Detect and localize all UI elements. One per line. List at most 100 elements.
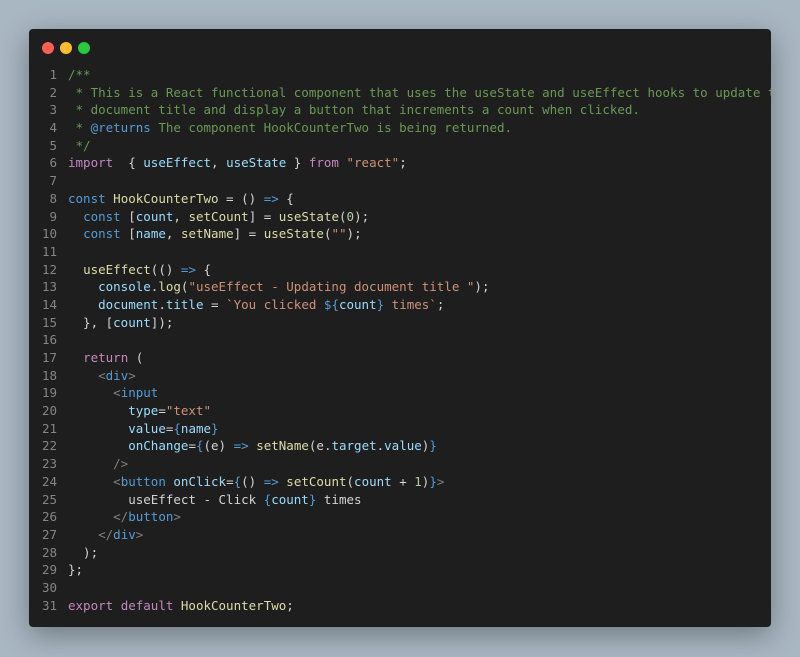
line-number: 11 bbox=[41, 243, 57, 259]
code-token: console bbox=[98, 279, 151, 295]
code-line: 18 <div> bbox=[29, 367, 771, 385]
line-number: 28 bbox=[41, 544, 57, 560]
code-line: 22 onChange={(e) => setName(e.target.val… bbox=[29, 437, 771, 455]
code-token: count bbox=[338, 296, 377, 312]
code-token: times` bbox=[384, 296, 437, 312]
code-token: useEffect bbox=[83, 261, 151, 277]
code-line: 21 value={name} bbox=[29, 420, 771, 438]
code-token: const bbox=[83, 226, 121, 242]
code-token: "useEffect - Updating document title " bbox=[188, 279, 475, 295]
code-token: + bbox=[391, 473, 415, 489]
code-token: useState bbox=[226, 155, 287, 171]
code-token: target bbox=[331, 438, 377, 454]
code-token: { bbox=[113, 155, 144, 171]
code-text: <div> bbox=[68, 367, 136, 385]
close-dot-icon[interactable] bbox=[42, 42, 54, 54]
code-token: The component HookCounterTwo is being re… bbox=[150, 120, 513, 136]
code-token: } bbox=[429, 438, 437, 454]
code-editor[interactable]: 1 /** 2 * This is a React functional compo… bbox=[29, 66, 771, 614]
minimize-dot-icon[interactable] bbox=[60, 42, 72, 54]
code-token: * document title and display a button th… bbox=[68, 102, 640, 118]
code-line: 13 console.log("useEffect - Updating doc… bbox=[29, 278, 771, 296]
code-token: return bbox=[83, 350, 129, 365]
code-line: 16 bbox=[29, 331, 771, 349]
code-token: times bbox=[316, 491, 362, 507]
code-text: type="text" bbox=[68, 402, 211, 420]
code-token: HookCounterTwo bbox=[180, 597, 287, 613]
code-token: export bbox=[68, 597, 114, 613]
line-number: 22 bbox=[41, 438, 57, 454]
code-token: ${ bbox=[323, 296, 339, 312]
code-token: ] = bbox=[233, 226, 264, 242]
code-token: count bbox=[354, 473, 392, 489]
code-text: document.title = `You clicked ${count} t… bbox=[68, 296, 444, 314]
maximize-dot-icon[interactable] bbox=[78, 42, 90, 54]
line-number: 14 bbox=[41, 296, 57, 312]
code-token: value bbox=[128, 420, 166, 436]
code-line: 9 const [count, setCount] = useState(0); bbox=[29, 208, 771, 226]
code-token: { bbox=[195, 438, 204, 454]
code-token: ); bbox=[474, 279, 490, 295]
line-number: 20 bbox=[41, 403, 57, 419]
code-token: ( bbox=[346, 473, 355, 489]
code-token: ]); bbox=[150, 314, 174, 330]
code-token: < bbox=[113, 473, 121, 489]
code-token: count bbox=[271, 491, 309, 507]
code-token: => bbox=[263, 473, 279, 489]
code-text: /> bbox=[68, 455, 128, 473]
line-number: 31 bbox=[41, 597, 57, 613]
code-token: { bbox=[195, 261, 212, 277]
code-text: value={name} bbox=[68, 420, 219, 438]
code-token: const bbox=[83, 208, 121, 224]
code-token: = bbox=[203, 296, 227, 312]
code-token: . bbox=[158, 296, 166, 312]
code-token: (() bbox=[150, 261, 181, 277]
line-number: 7 bbox=[49, 173, 57, 189]
code-token: onChange bbox=[128, 438, 189, 454]
code-text: <button onClick={() => setCount(count + … bbox=[68, 473, 444, 491]
code-token: * This is a React functional component t… bbox=[68, 84, 771, 100]
code-text: console.log("useEffect - Updating docume… bbox=[68, 278, 489, 296]
line-number: 9 bbox=[49, 208, 57, 224]
code-token: = () bbox=[218, 190, 264, 206]
code-token: > bbox=[173, 509, 181, 525]
code-text: * This is a React functional component t… bbox=[68, 84, 771, 102]
code-line: 20 type="text" bbox=[29, 402, 771, 420]
code-token: }; bbox=[68, 562, 84, 578]
line-number: 5 bbox=[49, 137, 57, 153]
line-number: 19 bbox=[41, 385, 57, 401]
code-token: useState bbox=[278, 208, 340, 224]
code-token: setName bbox=[180, 226, 234, 242]
code-token: log bbox=[158, 279, 181, 295]
code-token: @returns bbox=[90, 120, 151, 136]
code-token: } bbox=[211, 420, 219, 436]
code-token: value bbox=[384, 438, 422, 454]
code-line: 25 useEffect - Click {count} times bbox=[29, 491, 771, 509]
code-token: name bbox=[135, 226, 166, 242]
code-token: </ bbox=[113, 509, 129, 525]
code-line: 10 const [name, setName] = useState(""); bbox=[29, 225, 771, 243]
code-token: , bbox=[165, 226, 181, 242]
code-line: 17 return ( bbox=[29, 349, 771, 367]
code-line: 24 <button onClick={() => setCount(count… bbox=[29, 473, 771, 491]
line-number: 16 bbox=[41, 332, 57, 348]
line-number: 12 bbox=[41, 261, 57, 277]
code-line: 27 </div> bbox=[29, 526, 771, 544]
code-token: useEffect bbox=[143, 155, 211, 171]
code-text: }, [count]); bbox=[68, 314, 173, 332]
line-number: 17 bbox=[41, 350, 57, 365]
code-token: > bbox=[128, 367, 136, 383]
code-token: div bbox=[105, 367, 129, 383]
code-token: > bbox=[135, 526, 144, 542]
code-token: name bbox=[180, 420, 212, 436]
code-line: 19 <input bbox=[29, 384, 771, 402]
code-text: * @returns The component HookCounterTwo … bbox=[68, 119, 513, 137]
code-line: 6 import { useEffect, useState } from "re… bbox=[29, 154, 771, 172]
code-token: useEffect - Click bbox=[68, 491, 264, 507]
code-token: count bbox=[135, 208, 174, 224]
